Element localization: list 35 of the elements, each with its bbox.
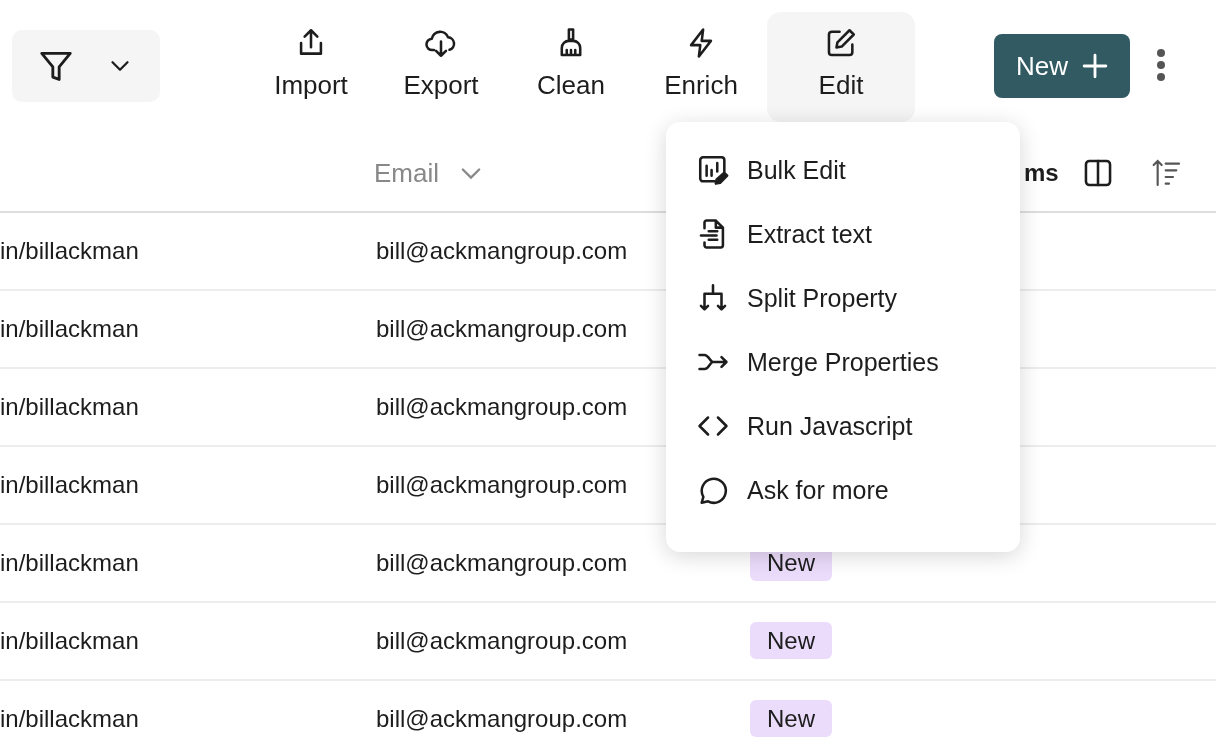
chart-edit-icon [696,153,730,187]
table-cell: in/billackman [0,393,139,420]
table-cell: in/billackman [0,471,139,498]
columns-button[interactable]: ms [1024,159,1059,187]
table-cell: in/billackman [0,705,139,732]
table-cell: bill@ackmangroup.com [376,393,628,420]
table-cell: bill@ackmangroup.com [376,237,628,264]
toolbar-button[interactable]: Edit [767,12,915,122]
status-tag: New [750,700,832,737]
menu-item[interactable]: Split Property [666,266,1020,330]
status-tag: New [750,622,832,659]
menu-item[interactable]: Ask for more [666,458,1020,522]
table-cell: bill@ackmangroup.com [376,315,628,342]
menu-item[interactable]: Bulk Edit [666,138,1020,202]
plus-icon [1082,53,1108,79]
new-button[interactable]: New [994,34,1130,98]
table-cell: bill@ackmangroup.com [376,471,628,498]
menu-item[interactable]: Merge Properties [666,330,1020,394]
table-cell: in/billackman [0,315,139,342]
filter-button[interactable] [12,30,160,102]
table-cell: bill@ackmangroup.com [376,627,628,654]
sort-icon[interactable] [1150,157,1183,189]
toolbar-button[interactable]: Export [376,12,506,122]
column-header[interactable]: Email [374,157,439,189]
table-cell: bill@ackmangroup.com [376,705,628,732]
table-cell: in/billackman [0,627,139,654]
table-cell: in/billackman [0,237,139,264]
toolbar-button[interactable]: Clean [506,12,636,122]
menu-item[interactable]: Extract text [666,202,1020,266]
toolbar-button[interactable]: Import [246,12,376,122]
menu-item[interactable]: Run Javascript [666,394,1020,458]
table-cell: bill@ackmangroup.com [376,549,628,576]
table-cell: in/billackman [0,549,139,576]
more-icon[interactable] [1156,48,1166,82]
toolbar-button[interactable]: Enrich [636,12,766,122]
